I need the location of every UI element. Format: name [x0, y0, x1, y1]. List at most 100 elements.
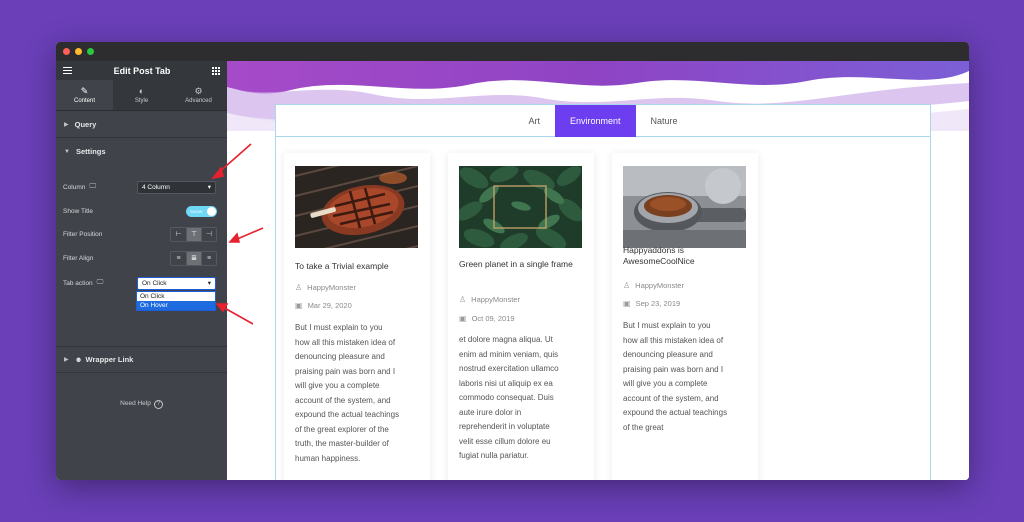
column-select-value: 4 Column: [142, 183, 170, 191]
excerpt-line: velit esse cillum dolore eu: [459, 436, 551, 446]
sidebar-tabs: ✎ Content ◐ Style ⚙ Advanced: [56, 80, 227, 111]
post-card[interactable]: To take a Trivial example ♙ HappyMonster …: [284, 153, 430, 480]
minimize-window-button[interactable]: [75, 48, 82, 55]
calendar-icon: ▣: [459, 314, 467, 323]
excerpt-line: of the great explorer of the: [295, 424, 389, 434]
author-name: HappyMonster: [635, 281, 684, 290]
preview-area: Art Environment Nature To take a Trivial…: [227, 61, 969, 480]
tab-content-label: Content: [73, 97, 95, 104]
excerpt-line: But I must explain to you: [295, 323, 383, 332]
excerpt-line: how all this mistaken idea of: [295, 337, 396, 347]
column-control: Column 🖵 4 Column ▾: [63, 179, 217, 195]
post-author: ♙ HappyMonster: [459, 295, 520, 304]
caret-right-icon: ▶: [64, 357, 69, 363]
tab-action-dropdown: On Click On Hover: [136, 291, 216, 311]
post-date: ▣ Oct 09, 2019: [459, 314, 515, 323]
filter-tabs: Art Environment Nature: [276, 105, 930, 137]
date-text: Oct 09, 2019: [471, 314, 515, 323]
close-window-button[interactable]: [63, 48, 70, 55]
tab-style-label: Style: [134, 97, 149, 104]
need-help-label: Need Help: [120, 400, 151, 407]
excerpt-line: denouncing pleasure and: [623, 350, 713, 359]
excerpt-line: aute irure dolor in: [459, 407, 522, 417]
excerpt-line: denouncing pleasure and: [295, 352, 385, 361]
show-title-label: Show Title: [63, 207, 93, 215]
date-text: Sep 23, 2019: [635, 299, 681, 308]
tab-action-option[interactable]: On Click: [137, 292, 215, 301]
position-top-icon[interactable]: ⊤: [186, 227, 201, 241]
excerpt-line: will give you a complete: [295, 381, 380, 390]
excerpt-line: account of the system, and: [623, 393, 719, 403]
section-wrapper-link-label: Wrapper Link: [85, 355, 134, 364]
hamburger-menu-icon[interactable]: [63, 67, 72, 74]
desktop-icon[interactable]: 🖵: [97, 279, 104, 287]
window-titlebar: [56, 42, 969, 61]
excerpt-line: of the great: [623, 422, 664, 432]
post-author: ♙ HappyMonster: [623, 281, 684, 290]
desktop-icon[interactable]: 🖵: [89, 183, 96, 191]
post-image-steak[interactable]: [295, 166, 418, 248]
excerpt-line: commodo consequat. Duis: [459, 393, 554, 402]
excerpt-line: truth, the master-builder of: [295, 439, 389, 448]
user-icon: ♙: [295, 283, 303, 292]
excerpt-line: fugiat nulla pariatur.: [459, 451, 529, 460]
tab-content[interactable]: ✎ Content: [56, 80, 113, 110]
tab-action-label: Tab action: [63, 279, 93, 287]
filter-position-label: Filter Position: [63, 230, 103, 238]
excerpt-line: laboris nisi ut aliquip ex ea: [459, 378, 553, 388]
align-left-icon[interactable]: ≡: [171, 251, 186, 265]
filter-position-control: Filter Position ⊢ ⊤ ⊣: [63, 226, 217, 242]
column-label: Column: [63, 183, 86, 191]
excerpt-line: nostrud exercitation ullamco: [459, 364, 559, 373]
tab-action-control: Tab action 🖵 On Click ▾: [63, 275, 217, 291]
post-card[interactable]: Green planet in a single frame ♙ HappyMon…: [448, 153, 594, 480]
need-help-link[interactable]: Need Help?: [56, 400, 227, 409]
tab-style[interactable]: ◐ Style: [113, 80, 170, 110]
tab-advanced-label: Advanced: [185, 97, 212, 104]
pencil-icon: ✎: [80, 85, 89, 96]
post-excerpt: et dolore magna aliqua. Ut enim ad minim…: [459, 333, 585, 464]
post-author: ♙ HappyMonster: [295, 283, 356, 292]
app-window: Edit Post Tab ✎ Content ◐ Style ⚙ Advanc…: [56, 42, 969, 480]
widgets-grid-icon[interactable]: [212, 66, 220, 75]
excerpt-line: expound the actual teachings: [623, 408, 728, 417]
show-title-control: Show Title SHOW: [63, 203, 217, 219]
post-date: ▣ Sep 23, 2019: [623, 299, 680, 308]
post-excerpt: But I must explain to you how all this m…: [623, 319, 749, 435]
excerpt-line: reprehenderit in voluptate: [459, 422, 550, 431]
half-circle-icon: ◐: [138, 85, 145, 96]
align-center-icon[interactable]: ≣: [186, 251, 201, 265]
sidebar-title: Edit Post Tab: [113, 65, 171, 76]
author-name: HappyMonster: [471, 295, 520, 304]
section-query[interactable]: ▶ Query: [56, 111, 227, 138]
excerpt-line: et dolore magna aliqua. Ut: [459, 335, 553, 344]
user-icon: ♙: [459, 295, 467, 304]
excerpt-line: will give you a complete: [623, 379, 708, 388]
excerpt-line: account of the system, and: [295, 395, 391, 405]
filter-align-label: Filter Align: [63, 254, 94, 262]
post-image-leaves[interactable]: [459, 166, 582, 248]
post-card[interactable]: Happyaddons is AwesomeCoolNice ♙ HappyMon…: [612, 153, 758, 480]
tab-action-option[interactable]: On Hover: [137, 301, 215, 310]
maximize-window-button[interactable]: [87, 48, 94, 55]
sidebar-header: Edit Post Tab: [56, 61, 227, 80]
calendar-icon: ▣: [295, 301, 303, 310]
excerpt-line: praising pain was born and I: [623, 364, 724, 374]
tab-advanced[interactable]: ⚙ Advanced: [170, 80, 227, 110]
section-settings[interactable]: ▼ Settings: [56, 138, 227, 165]
post-image-coffee[interactable]: [623, 166, 746, 248]
post-title[interactable]: Happyaddons is AwesomeCoolNice: [623, 245, 748, 267]
position-left-icon[interactable]: ⊢: [171, 227, 186, 241]
excerpt-line: But I must explain to you: [623, 321, 711, 330]
post-title[interactable]: Green planet in a single frame: [459, 259, 584, 270]
excerpt-line: human happiness.: [295, 453, 361, 463]
tab-nature[interactable]: Nature: [636, 105, 693, 137]
post-title[interactable]: To take a Trivial example: [295, 261, 420, 272]
editor-sidebar: Edit Post Tab ✎ Content ◐ Style ⚙ Advanc…: [56, 61, 227, 480]
tab-art[interactable]: Art: [513, 105, 555, 137]
excerpt-line: enim ad minim veniam, quis: [459, 349, 559, 359]
section-wrapper-link[interactable]: ▶ ☻ Wrapper Link: [56, 346, 227, 373]
section-settings-label: Settings: [75, 147, 106, 156]
tab-environment[interactable]: Environment: [554, 105, 636, 137]
excerpt-line: expound the actual teachings: [295, 410, 400, 419]
